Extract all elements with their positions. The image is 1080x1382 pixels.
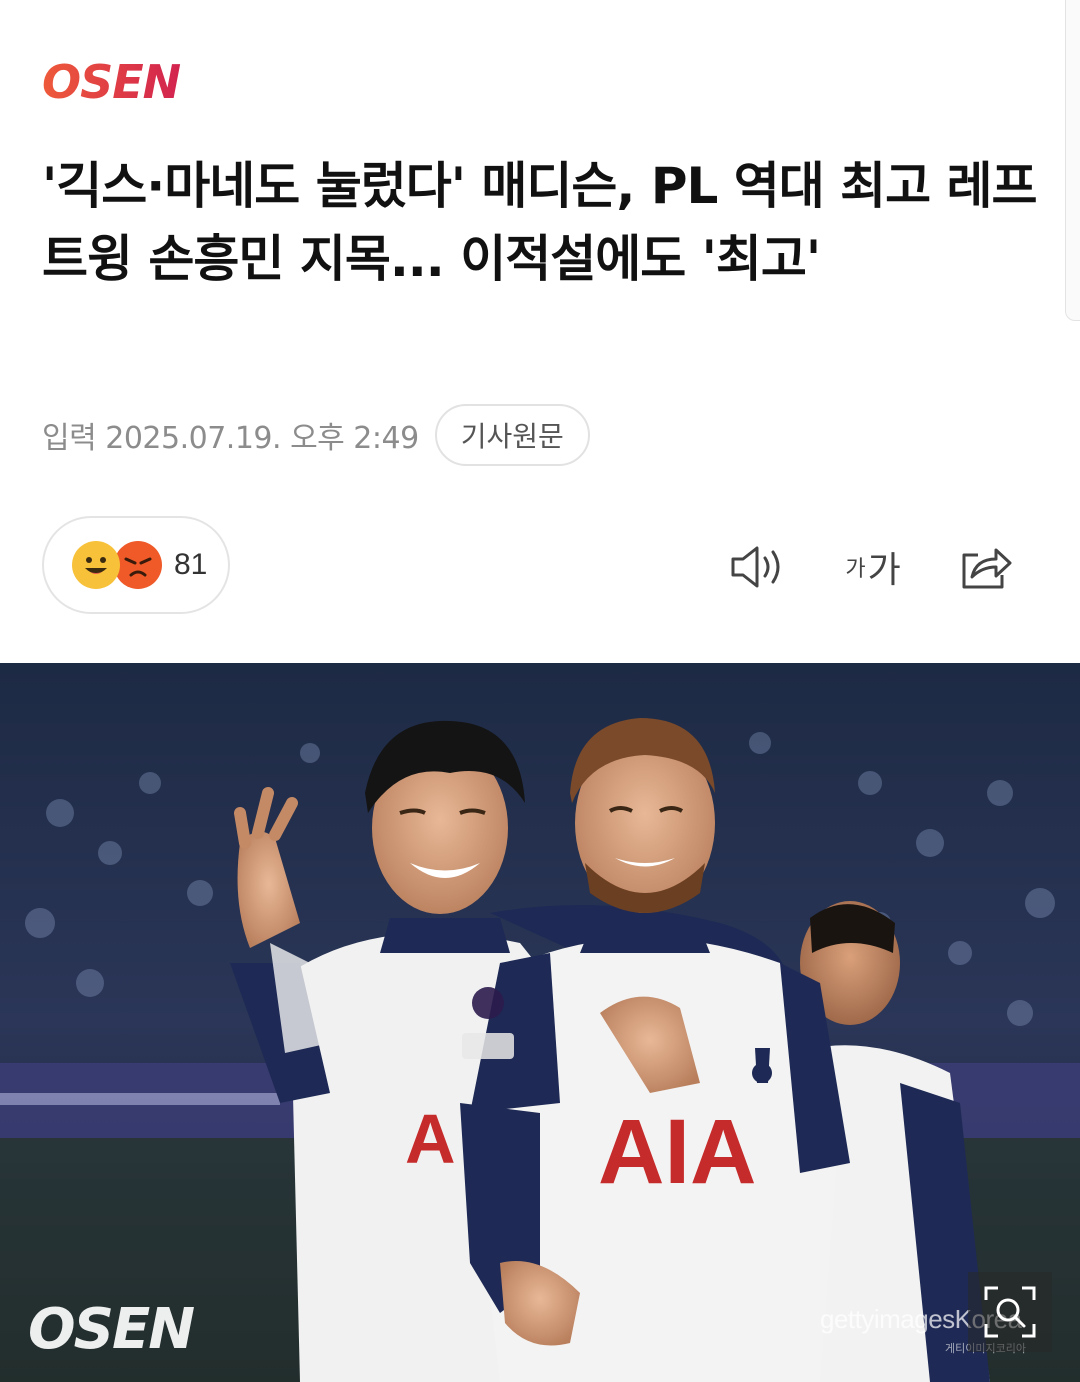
article-headline: '긱스·마네도 눌렀다' 매디슨, PL 역대 최고 레프트윙 손흥민 지목..… (42, 157, 1038, 288)
share-button[interactable] (956, 537, 1016, 597)
article-meta: 입력 2025.07.19. 오후 2:49 기사원문 (42, 403, 590, 467)
reaction-button[interactable]: 81 (42, 516, 230, 614)
photo-watermark-logo: OSEN (28, 1300, 196, 1356)
photo-zoom-button[interactable] (968, 1272, 1052, 1352)
font-large-glyph: 가 (867, 550, 901, 591)
smile-emoji-icon (72, 541, 120, 589)
tts-button[interactable] (727, 537, 787, 597)
reaction-count: 81 (174, 548, 208, 581)
share-icon (962, 548, 1012, 589)
font-small-glyph: 가 (845, 557, 866, 582)
zoom-icon (984, 1286, 1036, 1338)
osen-logo[interactable]: OSEN (42, 58, 242, 104)
svg-text:OSEN: OSEN (42, 58, 181, 104)
publish-date: 입력 2025.07.19. 오후 2:49 (42, 421, 419, 456)
original-article-button[interactable]: 기사원문 (434, 404, 590, 466)
angry-emoji-icon (114, 541, 162, 589)
speaker-icon (731, 546, 780, 588)
article-photo[interactable]: A AIA (0, 663, 1080, 1382)
svg-text:AIA: AIA (598, 1101, 756, 1203)
font-size-button[interactable]: 가 가 (838, 537, 908, 597)
scrollbar[interactable] (1065, 0, 1080, 321)
svg-text:OSEN: OSEN (28, 1300, 194, 1356)
svg-text:A: A (405, 1100, 456, 1178)
